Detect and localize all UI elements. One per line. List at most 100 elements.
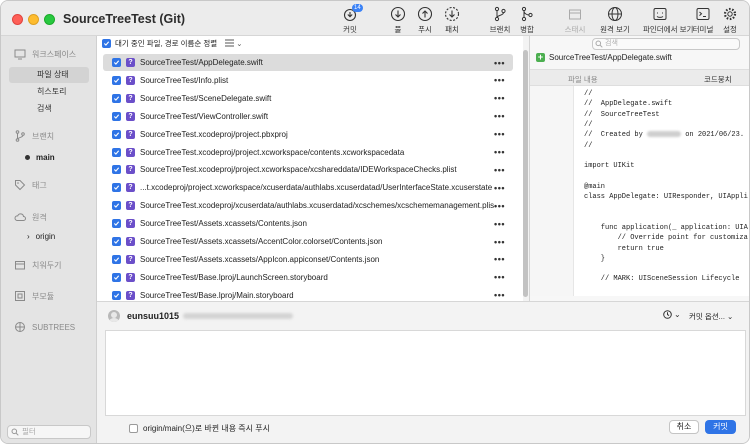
file-row-menu-button[interactable]: •••	[494, 93, 505, 103]
sidebar-item-branch-main[interactable]: main	[25, 153, 55, 162]
remote-view-label: 원격 보기	[600, 25, 630, 34]
file-row-menu-button[interactable]: •••	[494, 111, 505, 121]
finder-view-button[interactable]: 파인더에서 보기	[643, 6, 693, 35]
stage-checkbox[interactable]	[112, 165, 121, 175]
untracked-status-icon: ?	[126, 58, 135, 67]
file-row-menu-button[interactable]: •••	[494, 58, 505, 68]
file-row[interactable]: ? SourceTreeTest/SceneDelegate.swift •••	[103, 90, 513, 107]
file-row-menu-button[interactable]: •••	[494, 183, 505, 193]
file-row-menu-button[interactable]: •••	[494, 219, 505, 229]
subtree-icon	[15, 322, 25, 332]
file-row-menu-button[interactable]: •••	[494, 201, 505, 211]
file-list-scrollbar[interactable]	[523, 50, 528, 297]
file-name: SourceTreeTest.xcodeproj/project.xcworks…	[140, 165, 457, 175]
merge-button[interactable]: 병합	[510, 6, 544, 35]
checkmark-icon	[113, 114, 120, 119]
sidebar-section-stashes[interactable]: 치워두기	[14, 259, 61, 271]
merge-label: 병합	[520, 25, 534, 34]
push-immediately-checkbox[interactable]	[129, 424, 138, 433]
stage-checkbox[interactable]	[112, 93, 121, 103]
untracked-status-icon: ?	[126, 183, 135, 193]
sidebar-section-tags[interactable]: 태그	[14, 179, 47, 191]
stage-checkbox[interactable]	[112, 201, 121, 211]
added-file-icon: +	[536, 52, 545, 62]
diff-search-input[interactable]: 검색	[592, 38, 740, 50]
hunk-label: 파일 내용	[568, 75, 598, 84]
stage-checkbox[interactable]	[112, 219, 121, 229]
checkmark-icon	[113, 257, 120, 262]
commit-history-button[interactable]: ⌄	[663, 310, 681, 319]
checkmark-icon	[113, 167, 120, 173]
file-row-menu-button[interactable]: •••	[494, 254, 505, 264]
sidebar-section-remotes[interactable]: 원격	[14, 211, 47, 223]
sidebar-item-file-status[interactable]: 파일 상태	[9, 67, 89, 83]
file-row[interactable]: ? SourceTreeTest.xcodeproj/project.pbxpro…	[103, 126, 513, 143]
sidebar-item-history[interactable]: 히스토리	[9, 84, 89, 100]
file-row[interactable]: ? SourceTreeTest.xcodeproj/xcuserdata/aut…	[103, 197, 513, 214]
close-window-button[interactable]	[12, 14, 23, 25]
stage-checkbox[interactable]	[112, 58, 121, 67]
untracked-status-icon: ?	[126, 201, 135, 211]
file-row[interactable]: ? SourceTreeTest/Assets.xcassets/Contents…	[103, 215, 513, 232]
stage-checkbox[interactable]	[112, 183, 121, 193]
list-view-options-button[interactable]: ⌄	[225, 39, 243, 48]
file-row[interactable]: ? SourceTreeTest.xcodeproj/project.xcwork…	[103, 144, 513, 161]
sidebar-filter-input[interactable]: 필터	[7, 425, 91, 439]
sidebar-section-label: 태그	[32, 180, 47, 190]
commit-options-button[interactable]: 커밋 옵션... ⌄	[689, 311, 733, 322]
stash-button[interactable]: 스태시	[558, 6, 592, 35]
stage-checkbox[interactable]	[112, 237, 121, 246]
code-text: // SourceTreeTest	[584, 110, 660, 119]
file-row[interactable]: ? SourceTreeTest/Info.plist •••	[103, 72, 513, 89]
file-row[interactable]: ? SourceTreeTest/Assets.xcassets/AccentCo…	[103, 233, 513, 250]
cloud-icon	[14, 213, 26, 221]
file-row[interactable]: ? SourceTreeTest.xcodeproj/project.xcwork…	[103, 161, 513, 178]
remote-view-button[interactable]: 원격 보기	[598, 6, 632, 35]
file-row[interactable]: ? SourceTreeTest/AppDelegate.swift •••	[103, 54, 513, 71]
file-row-menu-button[interactable]: •••	[494, 272, 505, 282]
file-row[interactable]: ? SourceTreeTest/Assets.xcassets/AppIcon.…	[103, 251, 513, 268]
file-row-menu-button[interactable]: •••	[494, 75, 505, 85]
minimize-window-button[interactable]	[28, 14, 39, 25]
commit-toolbar-button[interactable]: 14 커밋	[333, 4, 367, 35]
select-all-checkbox[interactable]	[102, 38, 111, 48]
chevron-right-icon[interactable]: ›	[27, 232, 30, 241]
sidebar-section-submodules[interactable]: 부모듈	[14, 290, 54, 302]
push-immediately-option[interactable]: origin/main(으)로 바뀐 내용 즉시 푸시	[129, 423, 270, 434]
code-line: //	[584, 142, 592, 150]
sidebar-section-branches[interactable]: 브랜치	[14, 130, 54, 142]
stage-checkbox[interactable]	[112, 111, 121, 121]
file-row[interactable]: ? SourceTreeTest/ViewController.swift •••	[103, 108, 513, 125]
search-icon	[11, 428, 19, 436]
file-row-menu-button[interactable]: •••	[494, 290, 505, 300]
stage-checkbox[interactable]	[112, 254, 121, 264]
code-line: // Created by on 2021/06/23.	[584, 131, 744, 139]
stage-checkbox[interactable]	[112, 75, 121, 85]
stage-checkbox[interactable]	[112, 147, 121, 157]
file-row-menu-button[interactable]: •••	[494, 237, 505, 247]
zoom-window-button[interactable]	[44, 14, 55, 25]
stage-checkbox[interactable]	[112, 290, 121, 300]
stage-checkbox[interactable]	[112, 272, 121, 282]
file-row-menu-button[interactable]: •••	[494, 147, 505, 157]
sidebar-section-subtrees[interactable]: SUBTREES	[14, 321, 75, 333]
stage-checkbox[interactable]	[112, 129, 121, 139]
settings-button[interactable]: 설정	[713, 6, 747, 35]
fetch-button[interactable]: 패치	[435, 6, 469, 35]
file-row[interactable]: ? SourceTreeTest/Base.lproj/LaunchScreen.…	[103, 269, 513, 286]
hunk-action-button[interactable]: 코드뭉치	[704, 74, 732, 85]
cancel-button[interactable]: 취소	[669, 420, 699, 434]
code-text: @main	[584, 182, 606, 191]
stash-icon	[15, 261, 25, 270]
commit-button[interactable]: 커밋	[705, 420, 736, 434]
file-row[interactable]: ? ...t.xcodeproj/project.xcworkspace/xcus…	[103, 179, 513, 196]
sidebar-item-remote-origin[interactable]: › origin	[27, 232, 55, 241]
file-row-menu-button[interactable]: •••	[494, 129, 505, 139]
file-name: ...t.xcodeproj/project.xcworkspace/xcuse…	[140, 183, 493, 193]
commit-message-input[interactable]	[105, 330, 746, 416]
sidebar-item-search[interactable]: 검색	[9, 101, 89, 117]
code-text: on 2021/06/23.	[681, 131, 745, 140]
code-text: func application(_ application: UIA	[584, 223, 748, 232]
file-row-menu-button[interactable]: •••	[494, 165, 505, 175]
pull-icon	[390, 6, 406, 22]
